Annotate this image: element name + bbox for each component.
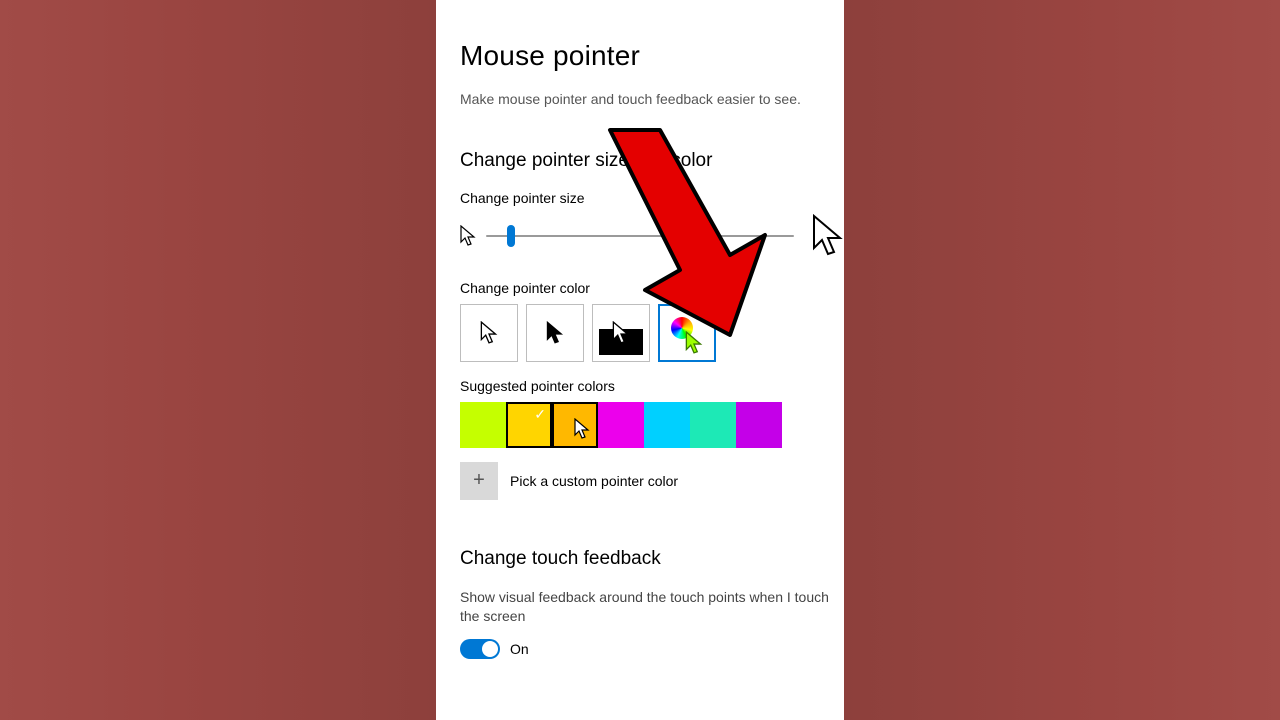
swatch-lime[interactable] [460, 402, 506, 448]
touch-feedback-toggle[interactable] [460, 639, 500, 659]
pick-custom-label: Pick a custom pointer color [510, 473, 678, 489]
pointer-style-custom[interactable] [658, 304, 716, 362]
section-heading-pointer: Change pointer size and color [460, 150, 844, 172]
page-title: Mouse pointer [460, 40, 844, 72]
cursor-large-icon [812, 214, 844, 258]
cursor-small-icon [460, 225, 476, 247]
swatch-purple[interactable] [736, 402, 782, 448]
page-subtitle: Make mouse pointer and touch feedback ea… [460, 90, 844, 110]
pointer-style-tiles [460, 304, 844, 362]
swatch-magenta[interactable] [598, 402, 644, 448]
pointer-size-slider[interactable] [486, 235, 794, 237]
swatch-cyan[interactable] [644, 402, 690, 448]
suggested-color-swatches [460, 402, 844, 448]
suggested-colors-label: Suggested pointer colors [460, 378, 844, 394]
slider-thumb[interactable] [507, 225, 515, 247]
pointer-style-white[interactable] [460, 304, 518, 362]
swatch-gold[interactable] [552, 402, 598, 448]
section-heading-touch: Change touch feedback [460, 548, 844, 570]
pointer-color-label: Change pointer color [460, 280, 844, 296]
plus-icon[interactable]: + [460, 462, 498, 500]
settings-panel: Mouse pointer Make mouse pointer and tou… [436, 0, 844, 720]
touch-feedback-toggle-row: On [460, 639, 844, 659]
pointer-style-black[interactable] [526, 304, 584, 362]
pick-custom-color-row[interactable]: + Pick a custom pointer color [460, 462, 844, 500]
touch-feedback-state: On [510, 641, 529, 657]
pillarbox-right [844, 0, 1280, 720]
pointer-size-row [460, 214, 844, 258]
stage: Mouse pointer Make mouse pointer and tou… [0, 0, 1280, 720]
pointer-style-inverted[interactable] [592, 304, 650, 362]
touch-feedback-description: Show visual feedback around the touch po… [460, 588, 840, 627]
color-wheel-icon [667, 313, 707, 353]
swatch-yellow[interactable] [506, 402, 552, 448]
hover-cursor-icon [574, 418, 590, 440]
swatch-teal[interactable] [690, 402, 736, 448]
pointer-size-label: Change pointer size [460, 190, 844, 206]
pillarbox-left [0, 0, 436, 720]
